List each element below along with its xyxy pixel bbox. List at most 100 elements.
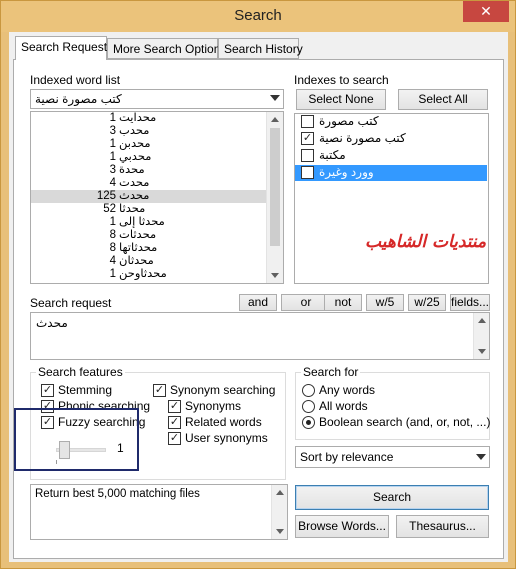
search-for-group: Search for Any words All words Boolean s…: [295, 365, 490, 440]
search-window: Search ✕ Search Request More Search Opti…: [0, 0, 516, 569]
check-icon: ✓: [41, 384, 54, 397]
result-info-box[interactable]: Return best 5,000 matching files: [30, 484, 288, 540]
word-text: محدثات: [119, 229, 157, 241]
check-icon: ✓: [168, 432, 181, 445]
word-count: 8: [109, 242, 116, 254]
word-count: 1: [109, 151, 116, 163]
word-text: محدب: [119, 125, 150, 137]
list-item[interactable]: 8 محدثات: [31, 229, 266, 242]
tab-search-request[interactable]: Search Request: [15, 36, 107, 60]
annotation-highlight-box: [14, 408, 139, 471]
select-none-button[interactable]: Select None: [296, 89, 386, 110]
index-name: كتب مصورة نصية: [319, 131, 406, 145]
index-item[interactable]: كتب مصورة: [298, 114, 488, 130]
index-select[interactable]: كتب مصورة نصية: [30, 89, 284, 109]
select-none-label: Select None: [308, 92, 374, 106]
operator-label: fields...: [451, 295, 490, 309]
list-item-selected[interactable]: 125 محدث: [31, 190, 266, 203]
select-all-button[interactable]: Select All: [398, 89, 488, 110]
chevron-down-icon: [270, 95, 280, 101]
word-count: 1: [109, 112, 116, 124]
list-item[interactable]: 4 محدت: [31, 177, 266, 190]
word-text: محدثا إلى: [119, 216, 165, 228]
browse-words-button[interactable]: Browse Words...: [295, 515, 389, 538]
operator-w5-button[interactable]: w/5: [366, 294, 404, 311]
list-item[interactable]: 1 محدايت: [31, 112, 266, 125]
list-item[interactable]: 3 محدب: [31, 125, 266, 138]
radio-selected-icon: [302, 416, 315, 429]
scroll-up-icon[interactable]: [271, 117, 279, 122]
tab-more-search-options[interactable]: More Search Options: [107, 38, 226, 59]
watermark-text: منتديات الشاهيب: [365, 232, 487, 252]
scroll-down-icon[interactable]: [271, 273, 279, 278]
operator-w25-button[interactable]: w/25: [408, 294, 446, 311]
index-name: كتب مصورة: [319, 114, 379, 128]
word-list-scrollbar[interactable]: [266, 112, 283, 283]
check-icon: ✓: [168, 400, 181, 413]
word-count: 1: [109, 268, 116, 280]
scroll-down-icon[interactable]: [276, 529, 284, 534]
word-list[interactable]: 1 محدايت 3 محدب 1 محدبن 1 محدبي 3 محدة 4 محدت …: [30, 111, 284, 284]
list-item[interactable]: 4 محدثان: [31, 255, 266, 268]
search-request-value: محدث: [36, 316, 68, 330]
operator-and-button[interactable]: and: [239, 294, 277, 311]
list-item[interactable]: 1 محدبن: [31, 138, 266, 151]
word-count: 3: [109, 125, 116, 137]
index-name: وورد وغيرة: [319, 165, 374, 179]
operator-label: not: [334, 295, 352, 309]
word-count: 1: [109, 138, 116, 150]
scroll-up-icon[interactable]: [276, 490, 284, 495]
thesaurus-label: Thesaurus...: [409, 519, 476, 533]
word-count: 3: [109, 164, 116, 176]
indexed-word-list-label: Indexed word list: [30, 73, 121, 87]
check-icon: ✓: [153, 384, 166, 397]
scroll-thumb[interactable]: [270, 128, 280, 246]
result-info-scrollbar[interactable]: [271, 485, 287, 539]
list-item[interactable]: 8 محدثاتها: [31, 242, 266, 255]
list-item[interactable]: 1 محدبي: [31, 151, 266, 164]
index-name: مكتبة: [319, 148, 346, 162]
indexes-list[interactable]: كتب مصورة ✓ كتب مصورة نصية مكتبة وورد وغي…: [294, 113, 489, 284]
index-item[interactable]: ✓ كتب مصورة نصية: [298, 131, 488, 147]
result-info-text: Return best 5,000 matching files: [35, 488, 200, 500]
chevron-down-icon: [476, 454, 486, 460]
operator-label: w/25: [414, 295, 440, 309]
request-scrollbar[interactable]: [473, 313, 489, 359]
list-item[interactable]: 52 محدثا: [31, 203, 266, 216]
select-all-label: Select All: [418, 92, 468, 106]
any-words-label: Any words: [319, 383, 376, 397]
index-item[interactable]: مكتبة: [298, 148, 488, 164]
tab-search-history[interactable]: Search History: [218, 38, 303, 59]
index-checkbox[interactable]: [301, 166, 314, 179]
search-request-label: Search request: [30, 296, 112, 310]
close-button[interactable]: ✕: [463, 1, 509, 22]
sort-select[interactable]: Sort by relevance: [295, 446, 490, 468]
search-request-input[interactable]: محدث: [30, 312, 490, 360]
index-select-value: كتب مصورة نصية: [35, 92, 122, 106]
word-text: محدبن: [119, 138, 151, 150]
operator-label: or: [300, 295, 312, 309]
thesaurus-button[interactable]: Thesaurus...: [396, 515, 489, 538]
list-item[interactable]: 1 محدثاوحن: [31, 268, 266, 281]
user-synonyms-label: User synonyms: [185, 431, 268, 445]
word-count: 1: [109, 216, 116, 228]
index-item-selected[interactable]: وورد وغيرة: [295, 165, 487, 181]
word-count: 125: [96, 190, 116, 202]
fields-button[interactable]: fields...: [450, 294, 490, 311]
word-text: محدثاتها: [119, 242, 158, 254]
scroll-up-icon[interactable]: [478, 318, 486, 323]
search-features-title: Search features: [36, 365, 125, 379]
word-count: 8: [109, 229, 116, 241]
all-words-label: All words: [319, 399, 368, 413]
index-checkbox[interactable]: [301, 149, 314, 162]
index-checkbox[interactable]: [301, 115, 314, 128]
title-bar[interactable]: Search ✕: [1, 1, 515, 32]
list-item[interactable]: 1 محدثا إلى: [31, 216, 266, 229]
index-checkbox[interactable]: ✓: [301, 132, 314, 145]
scroll-down-icon[interactable]: [478, 349, 486, 354]
search-button[interactable]: Search: [295, 485, 489, 510]
list-item[interactable]: 3 محدة: [31, 164, 266, 177]
operator-not-button[interactable]: not: [324, 294, 362, 311]
operator-label: w/5: [375, 295, 395, 309]
radio-icon: [302, 400, 315, 413]
